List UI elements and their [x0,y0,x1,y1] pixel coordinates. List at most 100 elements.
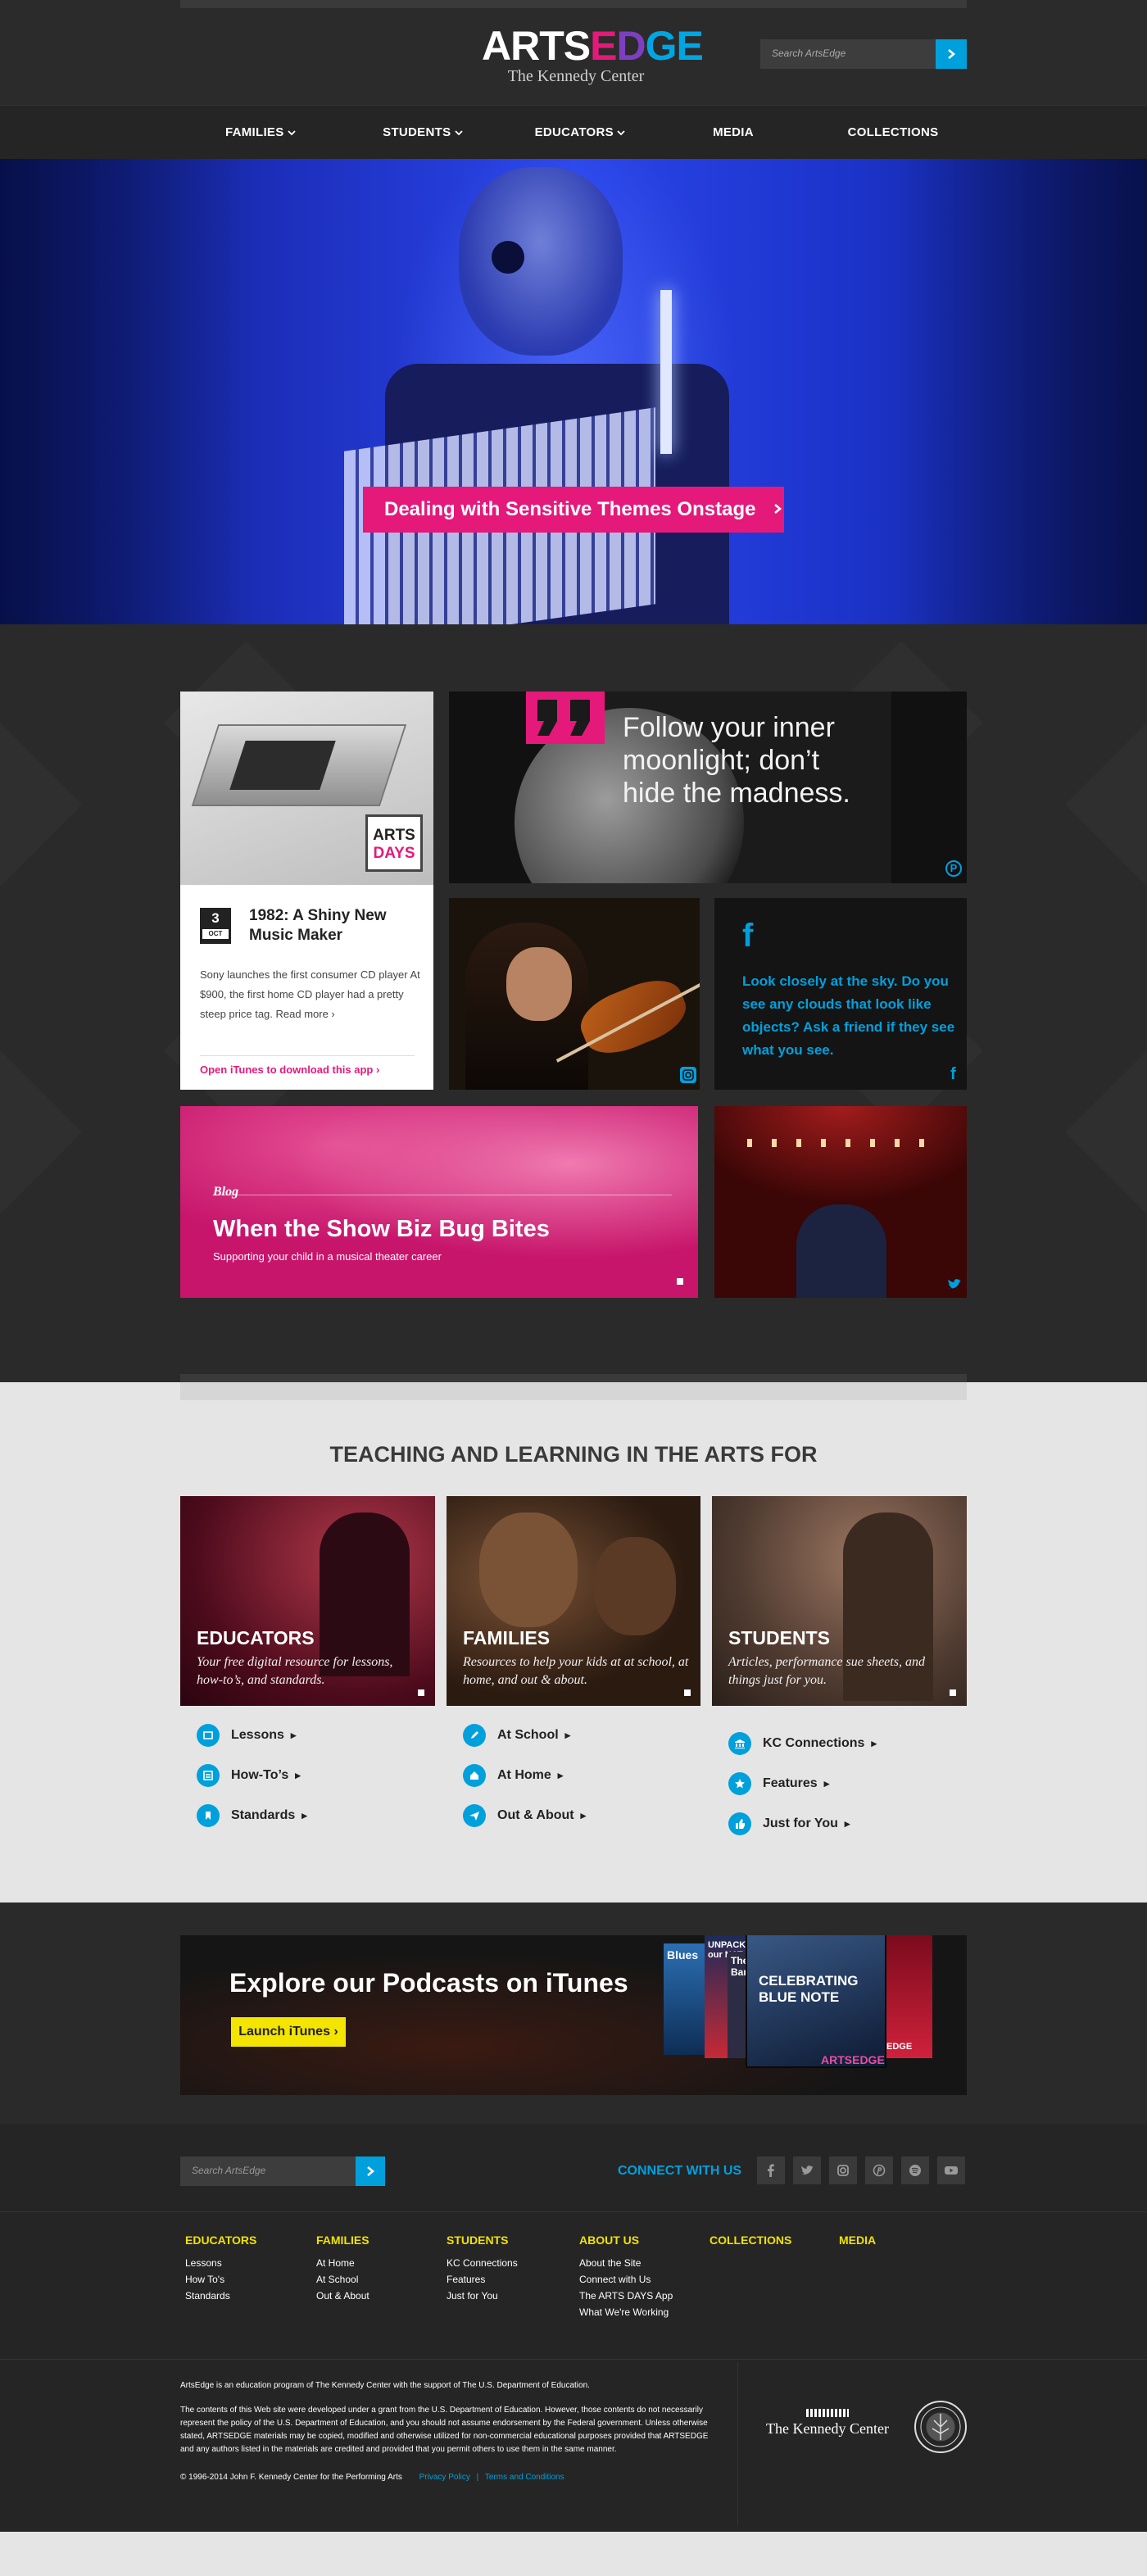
footer-divider-vertical [737,2361,738,2525]
pencil-icon [463,1724,486,1747]
tile-theater[interactable] [714,1106,967,1298]
artsdays-body: Sony launches the first consumer CD play… [200,965,421,1024]
nav-families[interactable]: FAMILIES [203,106,318,160]
cd-player-tray [229,741,336,790]
artsedge-logo[interactable]: ARTSEDGE The Kennedy Center [482,23,704,90]
footer-link[interactable]: At School [316,2271,439,2288]
podcast-cover-blues-title: Blues [667,1948,699,1961]
footer-col-heading[interactable]: FAMILIES [316,2234,439,2247]
instagram-icon[interactable] [680,1067,696,1083]
violinist-face [506,947,572,1021]
thumbs-up-icon [728,1812,751,1835]
footer-col-heading[interactable]: EDUCATORS [185,2234,308,2247]
legal-copyright-row: © 1996-2014 John F. Kennedy Center for t… [180,2471,737,2484]
chevron-right-icon: ▸ [295,1769,301,1781]
card-educators-desc: Your free digital resource for lessons, … [197,1655,393,1687]
link-at-home[interactable]: At Home ▸ [463,1764,563,1787]
footer-col-families: FAMILIES At Home At School Out & About [316,2234,439,2304]
department-of-education-seal-icon[interactable] [914,2401,967,2453]
footer-link[interactable]: KC Connections [447,2255,569,2271]
chevron-right-icon: ▸ [871,1737,877,1749]
chevron-right-icon: ▸ [580,1809,587,1821]
logo-part-e: E [590,23,617,69]
link-features[interactable]: Features ▸ [728,1772,829,1795]
link-just-for-you[interactable]: Just for You ▸ [728,1812,850,1835]
footer-col-heading[interactable]: MEDIA [839,2234,962,2247]
footer-link[interactable]: What We're Working [579,2304,710,2320]
card-students-desc: Articles, performance sue sheets, and th… [728,1655,925,1687]
launch-itunes-button[interactable]: Launch iTunes › [231,2017,346,2047]
link-lessons[interactable]: Lessons ▸ [197,1724,296,1747]
footer-col-educators: EDUCATORS Lessons How To's Standards [185,2234,308,2304]
hero-shade-left [0,159,246,624]
footer-search-button[interactable] [356,2156,385,2186]
footer-link[interactable]: Out & About [316,2288,439,2304]
footer-link[interactable]: The ARTS DAYS App [579,2288,710,2304]
card-students[interactable]: STUDENTS Articles, performance sue sheet… [712,1496,967,1706]
footer-youtube-icon[interactable] [937,2156,965,2184]
footer-link[interactable]: Lessons [185,2255,308,2271]
read-more-link[interactable]: Read more › [276,1008,335,1020]
facebook-icon[interactable]: f [950,1065,956,1084]
pinterest-icon[interactable]: P [945,860,962,877]
tile-artsdays[interactable]: ARTS DAYS 3 OCT 1982: A Shiny New Music … [180,692,433,1090]
footer-link[interactable]: Connect with Us [579,2271,710,2288]
nav-educators[interactable]: EDUCATORS [523,106,637,160]
open-itunes-link[interactable]: Open iTunes to download this app › [200,1064,379,1076]
footer-facebook-icon[interactable] [757,2156,785,2184]
nav-media[interactable]: MEDIA [695,106,772,160]
footer-divider-2 [0,2359,1147,2360]
footer-col-students: STUDENTS KC Connections Features Just fo… [447,2234,569,2304]
privacy-policy-link[interactable]: Privacy Policy [419,2473,470,2482]
tile-quote[interactable]: Follow your inner moonlight; don’t hide … [449,692,967,883]
podcast-cover-blue-note: CELEBRATING BLUE NOTE ARTSEDGE [746,1935,886,2068]
link-at-school[interactable]: At School ▸ [463,1724,570,1747]
teaching-top-bar [180,1382,967,1400]
link-out-about[interactable]: Out & About ▸ [463,1804,586,1827]
header-search-input[interactable]: Search ArtsEdge [760,39,936,69]
footer-col-heading[interactable]: STUDENTS [447,2234,569,2247]
kennedy-center-mark [806,2409,849,2417]
chevron-right-icon: ▸ [557,1769,564,1781]
link-kc-connections[interactable]: KC Connections ▸ [728,1732,877,1755]
footer-link[interactable]: Features [447,2271,569,2288]
footer-col-heading[interactable]: COLLECTIONS [710,2234,832,2247]
footer-link[interactable]: Just for You [447,2288,569,2304]
card-educators[interactable]: EDUCATORS Your free digital resource for… [180,1496,435,1706]
footer-col-about: ABOUT US About the Site Connect with Us … [579,2234,710,2320]
footer-link[interactable]: About the Site [579,2255,710,2271]
send-icon [463,1804,486,1827]
blog-subtitle: Supporting your child in a musical theat… [213,1250,442,1263]
footer-link[interactable]: How To's [185,2271,308,2288]
link-standards[interactable]: Standards ▸ [197,1804,307,1827]
hero-cta-button[interactable]: Dealing with Sensitive Themes Onstage [363,487,784,533]
nav-students[interactable]: STUDENTS [365,106,480,160]
nav-collections-label: COLLECTIONS [847,125,939,139]
podcast-banner[interactable]: Blues UNPACK our NAT The Star Ban EDGE C… [180,1935,967,2095]
hero-banner[interactable] [0,159,1147,624]
footer-link[interactable]: Standards [185,2288,308,2304]
footer-spotify-icon[interactable] [901,2156,929,2184]
footer-col-media: MEDIA [839,2234,962,2247]
kennedy-center-logo[interactable]: The Kennedy Center [762,2409,893,2438]
twitter-icon[interactable] [947,1278,962,1295]
link-at-school-label: At School [497,1728,559,1742]
tile-blog[interactable]: Blog When the Show Biz Bug Bites Support… [180,1106,698,1298]
tile-facebook[interactable]: f Look closely at the sky. Do you see an… [714,898,967,1090]
artsdays-badge-line1: ARTS [373,827,415,844]
card-families-desc: Resources to help your kids at at school… [463,1655,689,1687]
footer-link[interactable]: At Home [316,2255,439,2271]
footer-pinterest-icon[interactable] [865,2156,893,2184]
chevron-down-icon [288,130,296,136]
card-families[interactable]: FAMILIES Resources to help your kids at … [447,1496,700,1706]
footer-twitter-icon[interactable] [793,2156,821,2184]
nav-collections[interactable]: COLLECTIONS [836,106,950,160]
header-search-button[interactable] [936,39,967,69]
artsdays-title[interactable]: 1982: A Shiny New Music Maker [249,906,421,946]
tile-violin[interactable] [449,898,700,1090]
footer-col-heading[interactable]: ABOUT US [579,2234,710,2247]
footer-search-input[interactable]: Search ArtsEdge [180,2156,356,2186]
footer-instagram-icon[interactable] [829,2156,857,2184]
link-howtos[interactable]: How-To’s ▸ [197,1764,301,1787]
terms-link[interactable]: Terms and Conditions [485,2473,564,2482]
